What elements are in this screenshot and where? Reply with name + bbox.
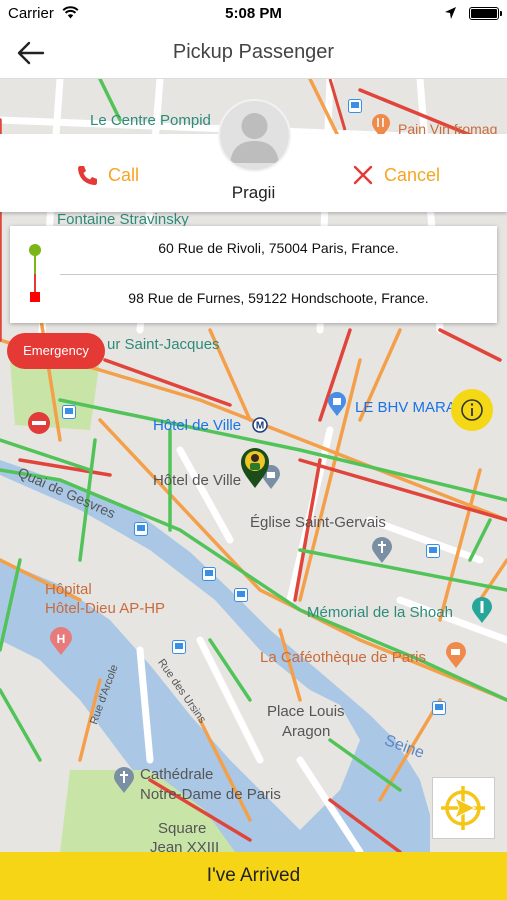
route-line-icon [29, 244, 41, 302]
map-label-cafeotheque: La Caféothèque de Paris [260, 649, 426, 666]
map-label-notre-dame: Notre-Dame de Paris [140, 786, 281, 803]
bus-stop-icon-8 [432, 701, 446, 715]
cancel-button[interactable]: Cancel [352, 162, 440, 188]
church-pin-icon [372, 537, 392, 563]
map-label-centre-pompidou: Le Centre Pompid [90, 112, 211, 129]
status-bar: Carrier 5:08 PM [0, 0, 507, 28]
church-pin-icon-cathedral [114, 767, 134, 793]
pickup-address: 60 Rue de Rivoli, 75004 Paris, France. [158, 240, 399, 256]
clock: 5:08 PM [225, 5, 282, 22]
passenger-name: Pragii [231, 183, 276, 202]
bus-stop-icon-4 [202, 567, 216, 581]
bus-stop-icon-3 [134, 522, 148, 536]
no-entry-icon [28, 412, 50, 434]
bus-stop-icon-6 [172, 640, 186, 654]
close-icon [353, 165, 373, 185]
map-label-hotel-de-ville: Hôtel de Ville [153, 472, 242, 489]
recenter-location-button[interactable] [432, 777, 495, 839]
map-label-hotel-dieu: Hôtel-Dieu AP-HP [45, 600, 166, 617]
map-label-saint-jacques: ur Saint-Jacques [107, 336, 220, 353]
call-button[interactable]: Call [76, 162, 139, 188]
route-card: 60 Rue de Rivoli, 75004 Paris, France. 9… [10, 226, 497, 323]
battery-icon [469, 7, 502, 20]
hospital-pin-icon: H [50, 627, 72, 655]
crosshair-icon [441, 786, 485, 830]
map-label-hopital: Hôpital [45, 581, 92, 598]
map-label-bhv: LE BHV MARA [355, 399, 456, 416]
call-label: Call [108, 164, 140, 185]
svg-text:H: H [57, 632, 66, 646]
shopping-pin-icon [328, 392, 346, 416]
arrived-button[interactable]: I've Arrived [0, 852, 507, 900]
bus-stop-icon-5 [234, 588, 248, 602]
map-label-memorial: Mémorial de la Shoah [307, 604, 453, 621]
metro-icon: M [252, 417, 268, 433]
dropoff-address: 98 Rue de Furnes, 59122 Hondschoote, Fra… [128, 290, 429, 306]
bus-stop-icon [62, 405, 76, 419]
bus-stop-icon-7 [426, 544, 440, 558]
driver-marker-icon [241, 448, 269, 488]
bus-stop-icon-2 [348, 99, 362, 113]
info-icon [461, 399, 483, 421]
info-button[interactable] [451, 389, 493, 431]
map-label-jean-xxiii: Jean XXIII [150, 839, 220, 852]
cafe-pin-icon [446, 642, 466, 668]
memorial-pin-icon [472, 597, 492, 623]
map-label-eglise: Église Saint-Gervais [250, 514, 386, 531]
user-silhouette-icon [230, 113, 279, 163]
cancel-label: Cancel [384, 164, 441, 185]
map-label-square: Square [158, 820, 207, 837]
nav-bar: Pickup Passenger [0, 28, 507, 79]
route-divider [60, 274, 497, 275]
map-label-aragon: Aragon [282, 723, 331, 740]
map-label-cathedrale: Cathédrale [140, 766, 214, 783]
phone-icon [78, 166, 97, 185]
passenger-avatar [218, 99, 291, 172]
page-title: Pickup Passenger [172, 41, 335, 63]
location-arrow-icon [445, 7, 456, 19]
svg-text:M: M [256, 421, 264, 432]
map-label-hotel-de-ville-metro: Hôtel de Ville [153, 417, 242, 434]
emergency-button[interactable]: Emergency [7, 333, 105, 369]
map-label-place-louis: Place Louis [267, 703, 345, 720]
